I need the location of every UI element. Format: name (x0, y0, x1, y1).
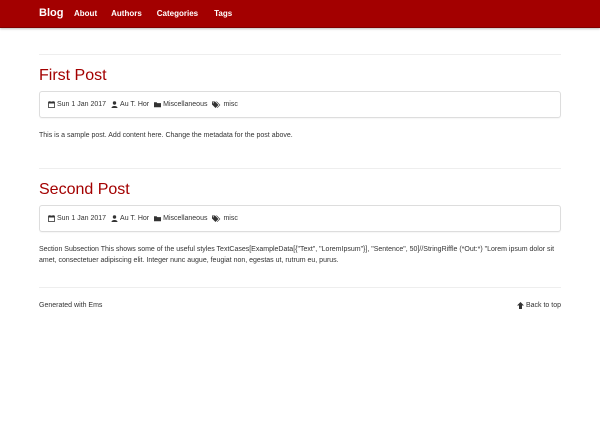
post-author: Au T. Hor (111, 214, 149, 223)
divider (39, 54, 561, 55)
calendar-icon (48, 215, 55, 222)
post-meta: Sun 1 Jan 2017 Au T. Hor Miscellaneous m… (48, 100, 243, 109)
post-author-link[interactable]: Au T. Hor (120, 100, 149, 109)
post-meta-box: Sun 1 Jan 2017 Au T. Hor Miscellaneous m… (39, 91, 561, 118)
post-body: This is a sample post. Add content here.… (39, 132, 293, 139)
back-to-top-label: Back to top (525, 302, 561, 309)
post-category: Miscellaneous (154, 214, 207, 223)
nav-link-tags[interactable]: Tags (214, 8, 232, 19)
calendar-icon (48, 101, 55, 108)
post-body: Section Subsection This shows some of th… (39, 246, 555, 264)
post-tag-link[interactable]: misc (223, 214, 237, 223)
footer-generated: Generated with Ems (39, 302, 103, 309)
arrow-up-icon (516, 302, 524, 309)
nav-links: About Authors Categories Tags (74, 8, 232, 19)
post-author: Au T. Hor (111, 100, 149, 109)
user-icon (111, 215, 118, 222)
folder-icon (154, 215, 162, 222)
post-tag: misc (212, 214, 238, 223)
footer-divider (39, 287, 561, 288)
post-date-text: Sun 1 Jan 2017 (57, 215, 107, 222)
post-date: Sun 1 Jan 2017 (48, 214, 106, 223)
nav-link-authors[interactable]: Authors (111, 8, 142, 19)
tags-icon (212, 215, 221, 222)
user-icon (111, 101, 118, 108)
post-title-second[interactable]: Second Post (39, 180, 130, 200)
navbar: Blog About Authors Categories Tags (0, 0, 600, 28)
brand-link[interactable]: Blog (39, 6, 63, 20)
back-to-top-link[interactable]: Back to top (516, 301, 561, 310)
post-tag-link[interactable]: misc (223, 100, 237, 109)
post-category: Miscellaneous (154, 100, 207, 109)
folder-icon (154, 101, 162, 108)
post-meta-box: Sun 1 Jan 2017 Au T. Hor Miscellaneous m… (39, 205, 561, 232)
divider (39, 168, 561, 169)
post-title-first[interactable]: First Post (39, 66, 107, 86)
post-tag: misc (212, 100, 238, 109)
nav-link-categories[interactable]: Categories (157, 8, 198, 19)
post-author-link[interactable]: Au T. Hor (120, 214, 149, 223)
post-date-text: Sun 1 Jan 2017 (57, 101, 107, 108)
post-meta: Sun 1 Jan 2017 Au T. Hor Miscellaneous m… (48, 214, 243, 223)
post-category-link[interactable]: Miscellaneous (163, 214, 207, 223)
nav-link-about[interactable]: About (74, 8, 97, 19)
post-category-link[interactable]: Miscellaneous (163, 100, 207, 109)
tags-icon (212, 101, 221, 108)
post-date: Sun 1 Jan 2017 (48, 100, 106, 109)
